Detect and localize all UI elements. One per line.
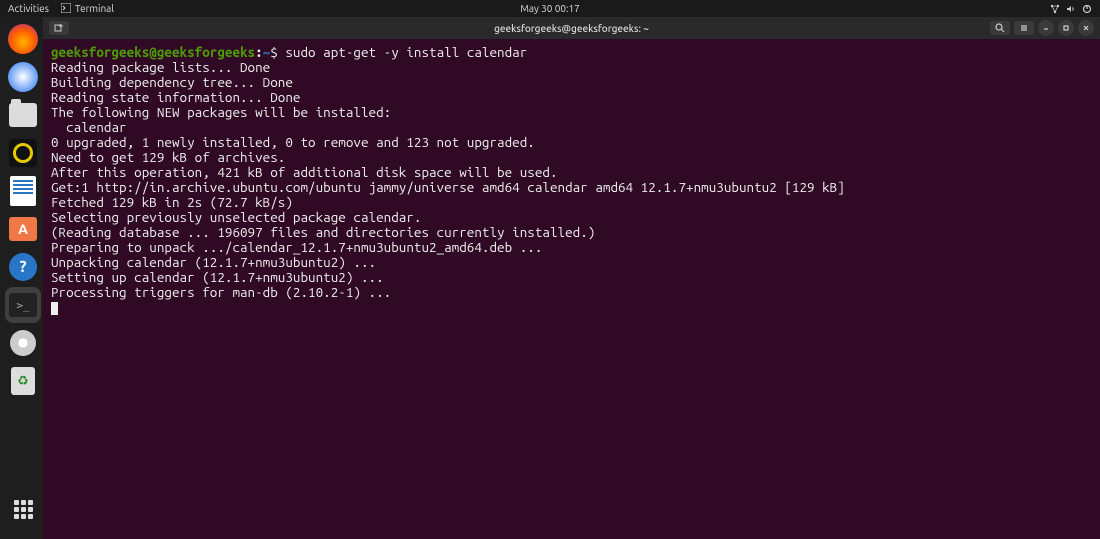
dock-thunderbird[interactable] [5,59,41,95]
firefox-icon [8,24,38,54]
dock-libreoffice-writer[interactable] [5,173,41,209]
terminal-output-line: calendar [51,120,1092,135]
maximize-button[interactable] [1058,20,1074,36]
rhythmbox-icon [9,139,37,167]
apps-grid-icon [14,500,33,519]
terminal-output-line: Need to get 129 kB of archives. [51,150,1092,165]
terminal-body[interactable]: geeksforgeeks@geeksforgeeks:~$ sudo apt-… [43,39,1100,539]
maximize-icon [1062,24,1070,32]
new-tab-button[interactable] [49,21,69,35]
help-icon: ? [9,253,37,281]
dock-ubuntu-software[interactable]: A [5,211,41,247]
terminal-icon: >_ [9,293,37,317]
terminal-output-line: 0 upgraded, 1 newly installed, 0 to remo… [51,135,1092,150]
software-icon: A [9,217,37,241]
dock-terminal[interactable]: >_ [5,287,41,323]
command-text: sudo apt-get -y install calendar [285,44,527,60]
dock-firefox[interactable] [5,21,41,57]
terminal-output-line: (Reading database ... 196097 files and d… [51,225,1092,240]
terminal-output-line: Setting up calendar (12.1.7+nmu3ubuntu2)… [51,270,1092,285]
show-applications[interactable] [5,491,41,527]
dock: A ? >_ [3,17,43,539]
activities-button[interactable]: Activities [8,3,49,14]
thunderbird-icon [8,62,38,92]
dock-files[interactable] [5,97,41,133]
prompt-sep: : [255,44,263,60]
terminal-output-line: Reading state information... Done [51,90,1092,105]
terminal-output-line: Fetched 129 kB in 2s (72.7 kB/s) [51,195,1092,210]
new-tab-icon [54,23,64,33]
clock[interactable]: May 30 00:17 [520,3,580,14]
minimize-button[interactable] [1038,20,1054,36]
terminal-output-line: The following NEW packages will be insta… [51,105,1092,120]
dock-disk[interactable] [5,325,41,361]
files-icon [9,103,37,127]
search-icon [995,23,1005,33]
writer-icon [10,176,36,206]
terminal-output-line: Building dependency tree... Done [51,75,1092,90]
cursor [51,302,58,315]
network-icon[interactable] [1050,4,1060,14]
prompt-user-host: geeksforgeeks@geeksforgeeks [51,44,255,60]
power-icon[interactable] [1082,4,1092,14]
gnome-topbar: Activities Terminal May 30 00:17 [0,0,1100,17]
hamburger-icon [1019,23,1029,33]
terminal-output-line: Unpacking calendar (12.1.7+nmu3ubuntu2) … [51,255,1092,270]
minimize-icon [1042,24,1050,32]
search-button[interactable] [990,21,1010,35]
topbar-current-app[interactable]: Terminal [61,3,114,15]
terminal-app-icon [61,3,71,15]
topbar-app-label: Terminal [75,3,114,14]
volume-icon[interactable] [1066,4,1076,14]
terminal-output-line: Preparing to unpack .../calendar_12.1.7+… [51,240,1092,255]
menu-button[interactable] [1014,21,1034,35]
terminal-output-line: Processing triggers for man-db (2.10.2-1… [51,285,1092,300]
terminal-output-line: Get:1 http://in.archive.ubuntu.com/ubunt… [51,180,1092,195]
window-title: geeksforgeeks@geeksforgeeks: ~ [494,23,649,34]
window-titlebar: geeksforgeeks@geeksforgeeks: ~ [43,17,1100,39]
terminal-output-line: Selecting previously unselected package … [51,210,1092,225]
dock-rhythmbox[interactable] [5,135,41,171]
disk-icon [10,330,36,356]
terminal-output-line: After this operation, 421 kB of addition… [51,165,1092,180]
dock-help[interactable]: ? [5,249,41,285]
dock-trash[interactable] [5,363,41,399]
close-icon [1082,24,1090,32]
terminal-output-line: Reading package lists... Done [51,60,1092,75]
prompt-symbol: $ [270,44,278,60]
terminal-window: geeksforgeeks@geeksforgeeks: ~ geeksforg… [43,17,1100,539]
trash-icon [11,367,35,395]
close-button[interactable] [1078,20,1094,36]
